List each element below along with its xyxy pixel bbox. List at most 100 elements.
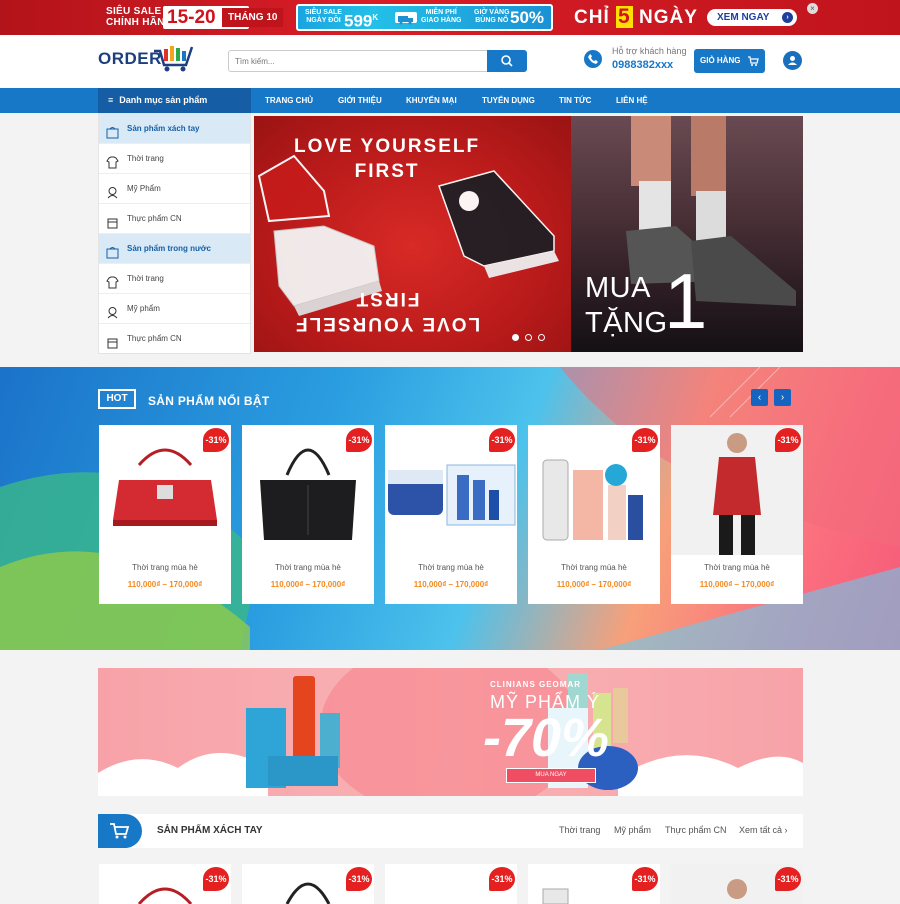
product-name[interactable]: Thời trang mùa hè — [385, 563, 517, 572]
discount-badge: -31% — [489, 867, 515, 891]
view-all-link[interactable]: Xem tất cả › — [739, 825, 788, 835]
nav-careers[interactable]: TUYỂN DỤNG — [482, 88, 535, 113]
nav-about[interactable]: GIỚI THIỆU — [338, 88, 382, 113]
product-card[interactable]: -31% — [385, 864, 517, 904]
product-card[interactable]: -31% — [528, 864, 660, 904]
nav-contact[interactable]: LIÊN HỆ — [616, 88, 648, 113]
chevron-right-icon: › — [782, 12, 793, 23]
hero-offer-number: 1 — [664, 257, 708, 345]
cosmetic-brands: CLINIANS GEOMAR — [490, 680, 581, 689]
search-icon — [501, 55, 513, 67]
strip-golden-label: GIỜ VÀNG BÙNG NỔ — [474, 9, 510, 24]
chevron-right-icon: › — [784, 825, 788, 835]
promo-view-button[interactable]: XEM NGAY › — [707, 9, 797, 26]
hero-offer-text: MUA TẶNG — [585, 272, 668, 339]
search-input[interactable] — [228, 50, 487, 72]
slider-dot-2[interactable] — [525, 334, 532, 341]
strip-price: 599K — [344, 11, 379, 31]
strip-freeship-label: MIỄN PHÍ GIAO HÀNG — [421, 9, 462, 24]
strip-percent: 50% — [510, 8, 545, 27]
cart-icon — [748, 56, 759, 66]
hero-slider[interactable]: LOVE YOURSELF FIRST LOVE YOURSELF FIRST MU… — [254, 116, 803, 352]
discount-badge: -31% — [775, 867, 801, 891]
tab-fashion[interactable]: Thời trang — [559, 825, 600, 835]
category-menu-toggle[interactable]: ≡ Danh mục sản phẩm — [98, 88, 251, 113]
sidebar-item-cosmetics-2[interactable]: Mỹ phẩm — [99, 294, 250, 324]
imported-products-header: SẢN PHẨM XÁCH TAY Thời trang Mỹ phẩm Thự… — [98, 814, 803, 848]
cosmetic-icon — [106, 182, 119, 199]
cart-icon — [98, 814, 142, 848]
product-card[interactable]: -31% — [99, 864, 231, 904]
close-icon[interactable]: × — [807, 3, 818, 14]
user-icon[interactable] — [783, 51, 802, 70]
product-card[interactable]: -31% Thời trang mùa hè 110,000₫ – 170,00… — [385, 425, 517, 604]
sidebar-item-food-2[interactable]: Thực phẩm CN — [99, 324, 250, 354]
cosmetic-promo-banner[interactable]: CLINIANS GEOMAR MỸ PHẨM Ý -70% MUA NGAY — [98, 668, 803, 796]
sidebar-item-cosmetics[interactable]: Mỹ Phẩm — [99, 174, 250, 204]
nav-home[interactable]: TRANG CHỦ — [265, 88, 313, 113]
slider-dot-3[interactable] — [538, 334, 545, 341]
product-name[interactable]: Thời trang mùa hè — [99, 563, 231, 572]
tab-food[interactable]: Thực phẩm CN — [665, 825, 727, 835]
food-icon — [106, 212, 119, 229]
hero-slogan-mirrored: LOVE YOURSELF FIRST — [294, 288, 481, 334]
cosmetic-products-image — [98, 668, 803, 796]
product-name[interactable]: Thời trang mùa hè — [528, 563, 660, 572]
section-title: SẢN PHẨM NỔI BẬT — [148, 394, 270, 408]
product-card[interactable]: -31% — [671, 864, 803, 904]
product-name[interactable]: Thời trang mùa hè — [671, 563, 803, 572]
search-button[interactable] — [487, 50, 527, 72]
nav-news[interactable]: TIN TỨC — [559, 88, 591, 113]
strip-sale-label: SIÊU SALE NGÀY ĐÔI — [305, 9, 342, 24]
discount-badge: -31% — [346, 428, 372, 452]
product-card[interactable]: -31% — [242, 864, 374, 904]
prev-arrow-button[interactable]: ‹ — [751, 389, 768, 406]
discount-badge: -31% — [346, 867, 372, 891]
section-title: SẢN PHẨM XÁCH TAY — [157, 825, 263, 836]
bag-icon — [106, 242, 119, 259]
sidebar-item-imported[interactable]: Sản phẩm xách tay — [99, 114, 250, 144]
cart-logo-icon — [154, 46, 194, 72]
shirt-icon — [106, 152, 119, 169]
main-nav: ≡ Danh mục sản phẩm TRANG CHỦ GIỚI THIỆU … — [0, 88, 900, 113]
food-icon — [106, 332, 119, 349]
product-price: 110,000₫ – 170,000₫ — [556, 580, 632, 589]
discount-badge: -31% — [489, 428, 515, 452]
sidebar-item-food[interactable]: Thực phẩm CN — [99, 204, 250, 234]
sidebar-item-fashion[interactable]: Thời trang — [99, 144, 250, 174]
site-header: ORDER Hỗ trợ khách hàng 0988382xxx GIỎ H… — [0, 35, 900, 88]
next-arrow-button[interactable]: › — [774, 389, 791, 406]
truck-icon — [395, 12, 417, 25]
product-price: 110,000₫ – 170,000₫ — [699, 580, 775, 589]
product-card[interactable]: -31% Thời trang mùa hè 110,000₫ – 170,00… — [671, 425, 803, 604]
promo-month: THÁNG 10 — [222, 8, 284, 27]
slider-dot-1[interactable] — [512, 334, 519, 341]
discount-badge: -31% — [632, 428, 658, 452]
logo[interactable]: ORDER — [98, 46, 194, 72]
discount-badge: -31% — [775, 428, 801, 452]
product-name[interactable]: Thời trang mùa hè — [242, 563, 374, 572]
product-card[interactable]: -31% Thời trang mùa hè 110,000₫ – 170,00… — [99, 425, 231, 604]
sidebar-item-domestic[interactable]: Sản phẩm trong nước — [99, 234, 250, 264]
discount-badge: -31% — [632, 867, 658, 891]
promo-banner[interactable]: SIÊU SALE CHÍNH HÃNG 15-20 THÁNG 10 SIÊU … — [0, 0, 900, 35]
cosmetic-buy-button[interactable]: MUA NGAY — [506, 768, 596, 783]
bag-icon — [106, 122, 119, 139]
hotline-number[interactable]: 0988382xxx — [612, 59, 673, 71]
product-card[interactable]: -31% Thời trang mùa hè 110,000₫ – 170,00… — [528, 425, 660, 604]
cart-button[interactable]: GIỎ HÀNG — [694, 49, 765, 73]
product-price: 110,000₫ – 170,000₫ — [270, 580, 346, 589]
shirt-icon — [106, 272, 119, 289]
promo-countdown: CHỈ 5 NGÀY — [574, 5, 698, 28]
product-price: 110,000₫ – 170,000₫ — [127, 580, 203, 589]
category-sidebar: Sản phẩm xách tay Thời trang Mỹ Phẩm Thự… — [98, 113, 251, 354]
product-card[interactable]: -31% Thời trang mùa hè 110,000₫ – 170,00… — [242, 425, 374, 604]
phone-icon — [584, 50, 602, 68]
nav-promotions[interactable]: KHUYẾN MẠI — [406, 88, 457, 113]
support-label: Hỗ trợ khách hàng — [612, 46, 687, 56]
featured-section: HOT SẢN PHẨM NỔI BẬT ‹ › -31% Thời trang… — [0, 367, 900, 650]
sidebar-item-fashion-2[interactable]: Thời trang — [99, 264, 250, 294]
discount-badge: -31% — [203, 428, 229, 452]
menu-icon: ≡ — [108, 95, 114, 105]
tab-cosmetics[interactable]: Mỹ phẩm — [614, 825, 651, 835]
